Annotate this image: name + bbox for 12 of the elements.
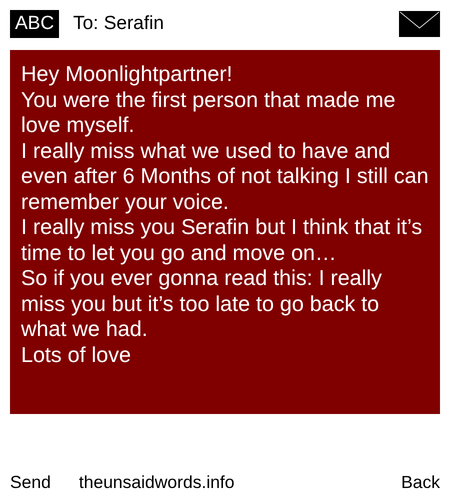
message-paragraph: Hey Moonlightpartner! <box>21 62 234 88</box>
send-link[interactable]: Send <box>10 472 51 493</box>
message-paragraph: So if you ever gonna read this: I really miss you but it’s too late to go back to what we had. <box>21 266 383 342</box>
recipient-label: To: Serafin <box>73 13 165 35</box>
envelope-icon[interactable] <box>399 11 440 37</box>
message-paragraph: I really miss you Serafin but I think that it’s time to let you go and move on… <box>21 215 424 266</box>
message-paragraph: Lots of love <box>21 342 132 368</box>
site-link[interactable]: theunsaidwords.info <box>78 472 402 493</box>
message-paragraph: I really miss what we used to have and even after 6 Months of not talking I still can remember your voice. <box>21 138 429 215</box>
message-paragraph: You were the first person that made me love myself. <box>21 88 396 138</box>
back-link[interactable]: Back <box>401 472 440 493</box>
logo-badge: ABC <box>10 10 60 38</box>
